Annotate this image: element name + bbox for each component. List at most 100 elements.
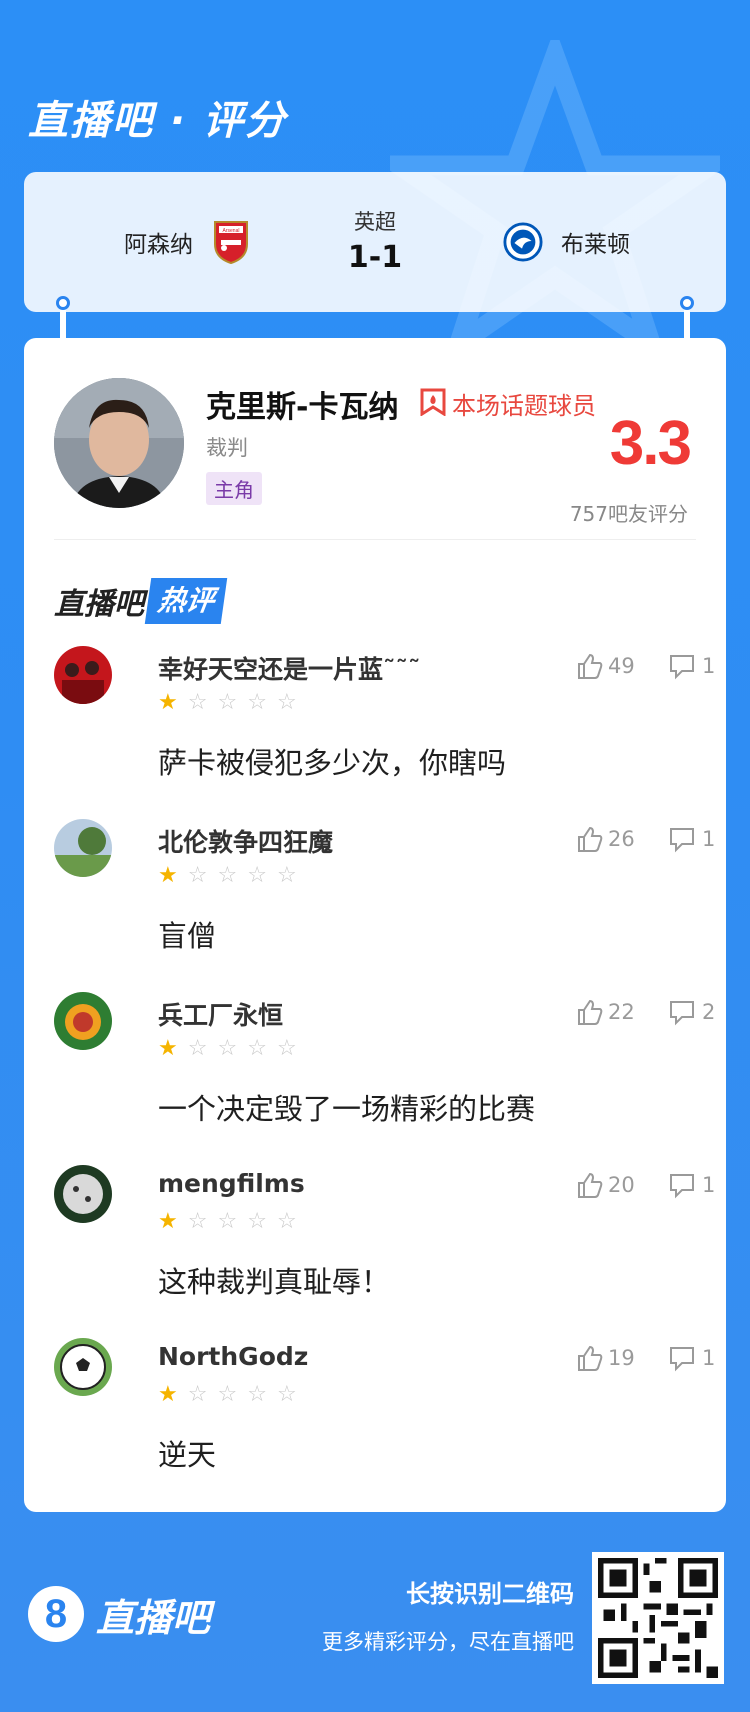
average-rating: 3.3 bbox=[609, 409, 692, 478]
commenter-name[interactable]: 北伦敦争四狂魔 bbox=[158, 823, 333, 859]
reply-bubble-icon bbox=[670, 1347, 694, 1372]
star-filled-icon: ★ bbox=[158, 1382, 178, 1407]
thumbs-up-icon bbox=[578, 999, 603, 1025]
star-empty-icon: ☆ bbox=[187, 1036, 208, 1061]
star-empty-icon: ☆ bbox=[276, 863, 297, 888]
comment-text: 盲僧 bbox=[158, 919, 217, 953]
commenter-name[interactable]: mengfilms bbox=[158, 1169, 305, 1198]
divider bbox=[54, 539, 696, 540]
commenter-name[interactable]: 幸好天空还是一片蓝˜˜˜ bbox=[158, 650, 421, 686]
star-filled-icon: ★ bbox=[158, 690, 178, 715]
role-badge: 主角 bbox=[206, 472, 262, 505]
player-role: 裁判 bbox=[206, 436, 248, 460]
star-filled-icon: ★ bbox=[158, 1036, 178, 1061]
star-empty-icon: ☆ bbox=[276, 1382, 297, 1407]
commenter-avatar[interactable] bbox=[54, 992, 112, 1050]
star-empty-icon: ☆ bbox=[187, 1209, 208, 1234]
star-empty-icon: ☆ bbox=[187, 1382, 208, 1407]
comment-text: 一个决定毁了一场精彩的比赛 bbox=[158, 1092, 536, 1126]
thumbs-up-icon bbox=[578, 1345, 603, 1371]
comment-text: 逆天 bbox=[158, 1438, 217, 1472]
comment-text: 这种裁判真耻辱！ bbox=[158, 1265, 391, 1299]
star-empty-icon: ☆ bbox=[217, 1382, 238, 1407]
like-button[interactable]: 49 bbox=[576, 652, 635, 680]
comment-text: 萨卡被侵犯多少次，你瞎吗 bbox=[158, 746, 507, 780]
reply-count: 2 bbox=[702, 1000, 716, 1024]
star-empty-icon: ☆ bbox=[247, 1209, 267, 1234]
comment-item[interactable]: 幸好天空还是一片蓝˜˜˜ ★ ☆ ☆ ☆ ☆ 萨卡被侵犯多少次，你瞎吗 49 1 bbox=[54, 646, 715, 816]
comment-item[interactable]: 北伦敦争四狂魔 ★ ☆ ☆ ☆ ☆ 盲僧 26 1 bbox=[54, 819, 715, 989]
star-empty-icon: ☆ bbox=[217, 1209, 238, 1234]
reply-button[interactable]: 1 bbox=[668, 1171, 715, 1199]
reply-bubble-icon bbox=[670, 1174, 694, 1199]
like-count: 26 bbox=[608, 827, 635, 851]
hot-comments-header: 直播吧 热评 bbox=[54, 578, 228, 624]
like-count: 20 bbox=[608, 1173, 635, 1197]
star-filled-icon: ★ bbox=[158, 1209, 178, 1234]
away-team[interactable]: 布莱顿 bbox=[503, 222, 630, 262]
star-empty-icon: ☆ bbox=[247, 690, 267, 715]
comment-star-rating: ★ ☆ ☆ ☆ ☆ bbox=[158, 1211, 297, 1233]
player-name: 克里斯-卡瓦纳 bbox=[206, 390, 399, 425]
star-empty-icon: ☆ bbox=[217, 690, 238, 715]
like-button[interactable]: 19 bbox=[576, 1344, 635, 1372]
hot-comments-badge: 热评 bbox=[144, 578, 228, 624]
reply-bubble-icon bbox=[670, 828, 694, 853]
commenter-avatar[interactable] bbox=[54, 1338, 112, 1396]
rating-card: 克里斯-卡瓦纳 本场话题球员 裁判 主角 3.3 757吧友评分 直播吧 热评 … bbox=[24, 338, 726, 1512]
comment-star-rating: ★ ☆ ☆ ☆ ☆ bbox=[158, 865, 297, 887]
brand-logo-icon: 8 bbox=[28, 1586, 84, 1642]
like-button[interactable]: 22 bbox=[576, 998, 635, 1026]
reply-button[interactable]: 1 bbox=[668, 825, 715, 853]
comment-star-rating: ★ ☆ ☆ ☆ ☆ bbox=[158, 692, 297, 714]
reply-bubble-icon bbox=[670, 655, 694, 680]
star-empty-icon: ☆ bbox=[187, 690, 208, 715]
reply-count: 1 bbox=[702, 827, 716, 851]
match-card[interactable]: 阿森纳 Arsenal 英超 1-1 布莱顿 bbox=[24, 172, 726, 312]
qr-title: 长按识别二维码 bbox=[406, 1580, 574, 1608]
footer-brand-text: 直播吧 bbox=[96, 1595, 211, 1640]
hot-topic-tag: 本场话题球员 bbox=[420, 386, 596, 421]
star-empty-icon: ☆ bbox=[217, 863, 238, 888]
comment-star-rating: ★ ☆ ☆ ☆ ☆ bbox=[158, 1384, 297, 1406]
comment-star-rating: ★ ☆ ☆ ☆ ☆ bbox=[158, 1038, 297, 1060]
like-count: 49 bbox=[608, 654, 635, 678]
qr-subtitle: 更多精彩评分，尽在直播吧 bbox=[322, 1630, 574, 1654]
star-empty-icon: ☆ bbox=[276, 690, 297, 715]
reply-button[interactable]: 1 bbox=[668, 652, 715, 680]
brighton-crest-icon bbox=[503, 222, 543, 262]
star-empty-icon: ☆ bbox=[247, 1382, 267, 1407]
comment-item[interactable]: NorthGodz ★ ☆ ☆ ☆ ☆ 逆天 19 1 bbox=[54, 1338, 715, 1508]
qr-code[interactable] bbox=[592, 1552, 724, 1684]
hot-topic-label: 本场话题球员 bbox=[452, 392, 596, 420]
reply-count: 1 bbox=[702, 1173, 716, 1197]
commenter-avatar[interactable] bbox=[54, 646, 112, 704]
reply-count: 1 bbox=[702, 654, 716, 678]
hot-comments-brand: 直播吧 bbox=[54, 587, 144, 622]
like-button[interactable]: 26 bbox=[576, 825, 635, 853]
thumbs-up-icon bbox=[578, 826, 603, 852]
like-count: 19 bbox=[608, 1346, 635, 1370]
commenter-avatar[interactable] bbox=[54, 1165, 112, 1223]
reply-count: 1 bbox=[702, 1346, 716, 1370]
reply-button[interactable]: 2 bbox=[668, 998, 715, 1026]
star-filled-icon: ★ bbox=[158, 863, 178, 888]
commenter-name[interactable]: 兵工厂永恒 bbox=[158, 996, 283, 1032]
comment-item[interactable]: 兵工厂永恒 ★ ☆ ☆ ☆ ☆ 一个决定毁了一场精彩的比赛 22 2 bbox=[54, 992, 715, 1162]
comment-item[interactable]: mengfilms ★ ☆ ☆ ☆ ☆ 这种裁判真耻辱！ 20 1 bbox=[54, 1165, 715, 1335]
star-empty-icon: ☆ bbox=[276, 1209, 297, 1234]
like-button[interactable]: 20 bbox=[576, 1171, 635, 1199]
player-avatar[interactable] bbox=[54, 378, 184, 508]
reply-button[interactable]: 1 bbox=[668, 1344, 715, 1372]
commenter-avatar[interactable] bbox=[54, 819, 112, 877]
flame-bookmark-icon bbox=[420, 388, 446, 420]
page-title: 直播吧 · 评分 bbox=[28, 98, 288, 144]
commenter-name[interactable]: NorthGodz bbox=[158, 1342, 308, 1371]
star-empty-icon: ☆ bbox=[247, 863, 267, 888]
footer-brand-logo: 8 直播吧 bbox=[28, 1586, 210, 1642]
thumbs-up-icon bbox=[578, 653, 603, 679]
like-count: 22 bbox=[608, 1000, 635, 1024]
reply-bubble-icon bbox=[670, 1001, 694, 1026]
thumbs-up-icon bbox=[578, 1172, 603, 1198]
star-empty-icon: ☆ bbox=[187, 863, 208, 888]
